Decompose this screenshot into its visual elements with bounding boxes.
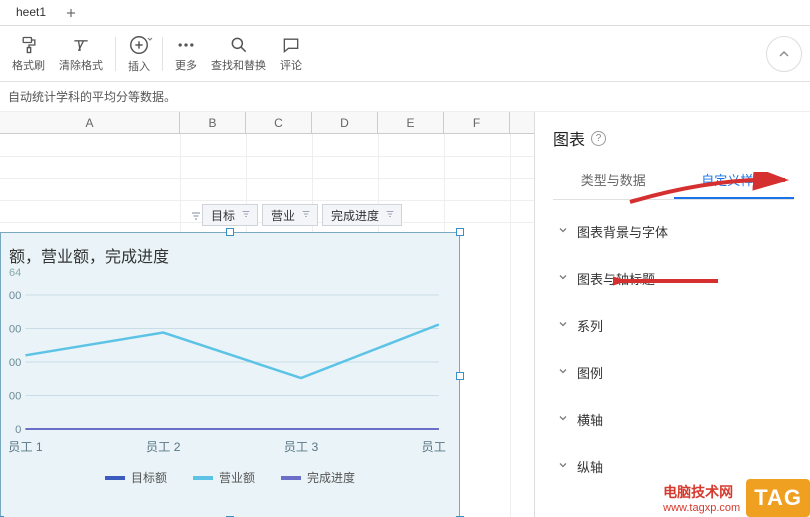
watermark-url: www.tagxp.com xyxy=(663,502,740,514)
filter-chip-label: 营业 xyxy=(271,207,295,224)
help-icon[interactable]: ? xyxy=(591,131,606,146)
more-label: 更多 xyxy=(175,57,197,73)
chevron-down-icon xyxy=(557,365,569,380)
clear-format-button[interactable]: 清除格式 xyxy=(53,26,109,82)
find-replace-label: 查找和替换 xyxy=(211,57,266,73)
chevron-down-icon xyxy=(146,32,154,46)
column-header[interactable]: E xyxy=(378,112,444,133)
legend-item[interactable]: 营业额 xyxy=(193,469,255,486)
resize-handle[interactable] xyxy=(456,372,464,380)
tab-type-data[interactable]: 类型与数据 xyxy=(553,162,674,199)
grid-body[interactable]: 目标 营业 完成进度 xyxy=(0,134,534,517)
collapse-toolbar-button[interactable] xyxy=(766,36,802,72)
chevron-down-icon xyxy=(557,318,569,333)
filter-icon xyxy=(241,208,251,222)
tab-custom-style[interactable]: 自定义样式 xyxy=(674,162,795,199)
svg-text:员工 1: 员工 1 xyxy=(8,440,43,454)
more-icon xyxy=(176,35,196,55)
filter-chip-revenue[interactable]: 营业 xyxy=(262,204,318,226)
search-icon xyxy=(229,35,249,55)
more-button[interactable]: 更多 xyxy=(169,26,203,82)
chevron-down-icon xyxy=(557,412,569,427)
svg-text:00: 00 xyxy=(9,324,21,336)
clear-format-label: 清除格式 xyxy=(59,57,103,73)
resize-handle[interactable] xyxy=(226,228,234,236)
legend-item[interactable]: 目标额 xyxy=(105,469,167,486)
accordion-series[interactable]: 系列 xyxy=(553,302,794,349)
column-header[interactable]: F xyxy=(444,112,510,133)
sheet-tab[interactable]: heet1 xyxy=(4,0,58,26)
insert-button[interactable]: 插入 xyxy=(122,26,156,82)
watermark-text: 电脑技术网 xyxy=(663,482,740,502)
separator xyxy=(115,37,116,71)
chevron-down-icon xyxy=(557,459,569,474)
filter-icon xyxy=(301,208,311,222)
filter-row: 目标 营业 完成进度 xyxy=(190,204,402,226)
filter-chip-label: 目标 xyxy=(211,207,235,224)
insert-label: 插入 xyxy=(128,58,150,74)
chart-plot-area: 000000000员工 1员工 2员工 3员工 4 xyxy=(1,289,449,459)
resize-handle[interactable] xyxy=(456,228,464,236)
chevron-down-icon xyxy=(557,271,569,286)
side-panel-title: 图表 ? xyxy=(553,126,794,150)
chart-side-panel: 图表 ? 类型与数据 自定义样式 图表背景与字体 图表与轴标题 系列 图例 横轴 xyxy=(535,112,810,517)
column-header[interactable]: B xyxy=(180,112,246,133)
accordion-axis-title[interactable]: 图表与轴标题 xyxy=(553,255,794,302)
sheet-tab-label: heet1 xyxy=(16,5,46,19)
accordion-legend[interactable]: 图例 xyxy=(553,349,794,396)
chevron-down-icon xyxy=(557,224,569,239)
chevron-up-icon xyxy=(776,46,792,62)
find-replace-button[interactable]: 查找和替换 xyxy=(205,26,272,82)
svg-text:00: 00 xyxy=(9,391,21,403)
grid-area[interactable]: A B C D E F xyxy=(0,112,535,517)
svg-text:00: 00 xyxy=(9,357,21,369)
svg-text:00: 00 xyxy=(9,290,21,302)
filter-chip-progress[interactable]: 完成进度 xyxy=(322,204,402,226)
filter-chip-label: 完成进度 xyxy=(331,207,379,224)
column-header[interactable]: C xyxy=(246,112,312,133)
format-painter-button[interactable]: 格式刷 xyxy=(6,26,51,82)
comment-button[interactable]: 评论 xyxy=(274,26,308,82)
format-painter-icon xyxy=(19,35,39,55)
column-headers: A B C D E F xyxy=(0,112,534,134)
legend-item[interactable]: 完成进度 xyxy=(281,469,355,486)
hint-text: 自动统计学科的平均分等数据。 xyxy=(8,88,176,105)
accordion-bg-font[interactable]: 图表背景与字体 xyxy=(553,208,794,255)
svg-text:员工 4: 员工 4 xyxy=(422,440,449,454)
filter-chip-target[interactable]: 目标 xyxy=(202,204,258,226)
hint-bar: 自动统计学科的平均分等数据。 xyxy=(0,82,810,112)
add-sheet-button[interactable] xyxy=(58,6,84,20)
accordion-haxis[interactable]: 横轴 xyxy=(553,396,794,443)
clear-format-icon xyxy=(71,35,91,55)
watermark-tag: TAG xyxy=(746,479,810,517)
tab-strip: heet1 xyxy=(0,0,810,26)
filter-icon xyxy=(190,210,200,220)
toolbar: 格式刷 清除格式 插入 更多 查找和替换 评论 xyxy=(0,26,810,82)
svg-text:0: 0 xyxy=(15,424,21,436)
filter-icon xyxy=(385,208,395,222)
svg-text:员工 2: 员工 2 xyxy=(146,440,181,454)
plus-icon xyxy=(64,6,78,20)
separator xyxy=(162,37,163,71)
chart-title[interactable]: 额，营业额，完成进度 xyxy=(9,233,459,267)
column-header[interactable]: D xyxy=(312,112,378,133)
comment-icon xyxy=(281,35,301,55)
main-area: A B C D E F xyxy=(0,112,810,517)
column-header[interactable]: A xyxy=(0,112,180,133)
format-painter-label: 格式刷 xyxy=(12,57,45,73)
chart-legend: 目标额 营业额 完成进度 xyxy=(1,459,459,492)
svg-text:员工 3: 员工 3 xyxy=(284,440,319,454)
chart-object[interactable]: 额，营业额，完成进度 64 000000000员工 1员工 2员工 3员工 4 … xyxy=(0,232,460,517)
watermark: 电脑技术网 www.tagxp.com TAG xyxy=(663,479,810,517)
side-panel-tabs: 类型与数据 自定义样式 xyxy=(553,162,794,200)
comment-label: 评论 xyxy=(280,57,302,73)
chart-subtitle: 64 xyxy=(9,267,459,279)
